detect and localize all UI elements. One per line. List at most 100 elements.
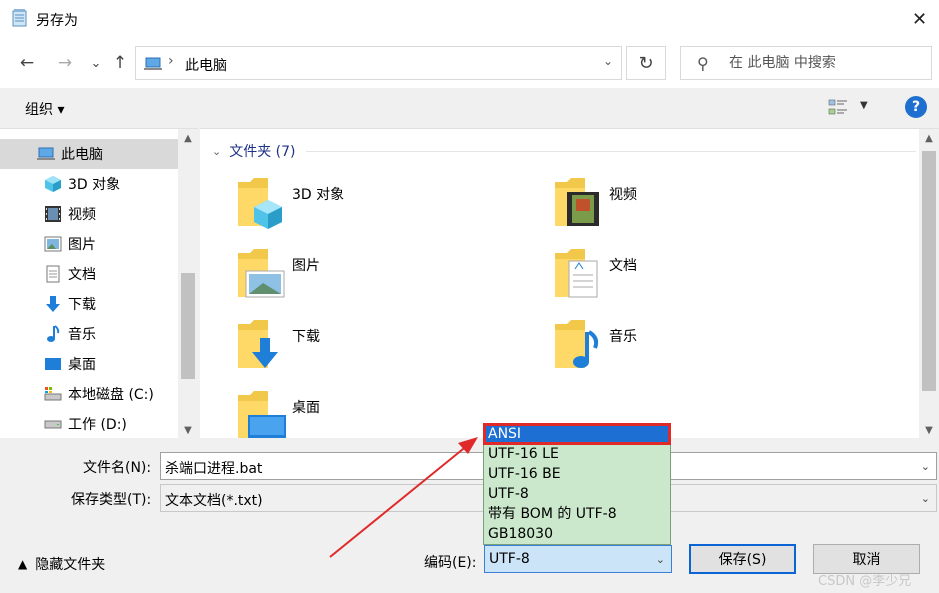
folder-name: 音乐	[609, 329, 637, 345]
scroll-up-icon[interactable]: ▲	[178, 129, 198, 147]
sidebar-item-pictures[interactable]: 图片	[0, 229, 178, 259]
folder-videos[interactable]: 视频	[553, 174, 803, 236]
chevron-down-icon: ⌄	[655, 553, 665, 566]
folder-name: 视频	[609, 187, 637, 203]
sidebar-item-label: 视频	[68, 207, 96, 223]
drive-d-icon	[43, 415, 63, 433]
encoding-option-utf16be[interactable]: UTF-16 BE	[484, 464, 670, 484]
documents-icon	[43, 265, 63, 283]
folder-pictures[interactable]: 图片	[236, 245, 486, 307]
sidebar-item-drive-d[interactable]: 工作 (D:)	[0, 409, 178, 439]
sidebar-item-label: 3D 对象	[68, 177, 121, 193]
back-arrow-icon: ←	[19, 53, 35, 73]
video-icon	[43, 205, 63, 223]
music-folder-icon	[555, 320, 599, 368]
folder-music[interactable]: 音乐	[553, 316, 803, 378]
sidebar-item-music[interactable]: 音乐	[0, 319, 178, 349]
refresh-button[interactable]: ↻	[626, 46, 666, 80]
downloads-icon	[43, 295, 63, 313]
sidebar-scrollbar[interactable]: ▲ ▼	[178, 129, 198, 439]
sidebar-item-label: 文档	[68, 267, 96, 283]
breadcrumb-separator-icon: ›	[168, 53, 174, 69]
hide-folders-toggle[interactable]: ▲ 隐藏文件夹	[18, 554, 105, 574]
scroll-down-icon[interactable]: ▼	[178, 421, 198, 439]
help-button[interactable]: ?	[905, 96, 927, 118]
sidebar-item-label: 桌面	[68, 357, 96, 373]
filetype-label: 保存类型(T):	[71, 492, 152, 508]
save-button[interactable]: 保存(S)	[689, 544, 796, 574]
documents-folder-icon	[555, 249, 598, 298]
view-options-icon[interactable]	[828, 98, 850, 118]
search-box[interactable]: ⚲	[680, 46, 932, 80]
scroll-down-icon[interactable]: ▼	[919, 421, 939, 439]
encoding-option-utf16le[interactable]: UTF-16 LE	[484, 444, 670, 464]
title-bar: 另存为 ✕	[0, 0, 939, 38]
content-scrollbar[interactable]: ▲ ▼	[919, 129, 939, 439]
address-bar[interactable]: › 此电脑 ⌄	[135, 46, 622, 80]
filename-label: 文件名(N):	[83, 460, 152, 476]
video-folder-icon	[555, 178, 599, 226]
folder-documents[interactable]: 文档	[553, 245, 803, 307]
navigation-pane: 此电脑 3D 对象 视频 图片 文档 下载 音乐 桌面 本地磁盘 (C:) 工作…	[0, 128, 198, 439]
recent-locations-button[interactable]: ⌄	[84, 51, 108, 75]
filename-value[interactable]: 杀端口进程.bat	[165, 458, 262, 478]
refresh-icon: ↻	[638, 52, 654, 74]
sidebar-item-videos[interactable]: 视频	[0, 199, 178, 229]
forward-button[interactable]: →	[53, 51, 77, 75]
encoding-value: UTF-8	[489, 551, 530, 567]
folder-downloads[interactable]: 下载	[236, 316, 486, 378]
file-list: ⌄ 文件夹 (7) 3D 对象 视频 图片 文档 下载 音乐 桌面 ▲ ▼	[200, 128, 939, 439]
encoding-option-ansi[interactable]: ANSI	[483, 423, 671, 445]
back-button[interactable]: ←	[15, 51, 39, 75]
address-dropdown-icon[interactable]: ⌄	[603, 54, 613, 68]
folder-3d-objects[interactable]: 3D 对象	[236, 174, 486, 236]
computer-icon	[144, 57, 162, 70]
watermark: CSDN @李少兄	[818, 574, 912, 589]
sidebar-item-3d-objects[interactable]: 3D 对象	[0, 169, 178, 199]
sidebar-scroll-thumb[interactable]	[181, 273, 195, 379]
encoding-dropdown-list: ANSI UTF-16 LE UTF-16 BE UTF-8 带有 BOM 的 …	[483, 423, 671, 545]
sidebar-item-drive-c[interactable]: 本地磁盘 (C:)	[0, 379, 178, 409]
breadcrumb-this-pc[interactable]: 此电脑	[185, 55, 227, 75]
3d-objects-icon	[43, 175, 63, 193]
close-button[interactable]: ✕	[900, 0, 939, 38]
encoding-select[interactable]: UTF-8 ⌄	[484, 545, 672, 573]
search-icon: ⚲	[697, 54, 709, 73]
encoding-option-utf8-bom[interactable]: 带有 BOM 的 UTF-8	[484, 504, 670, 524]
chevron-down-icon[interactable]: ⌄	[921, 460, 930, 473]
search-input[interactable]	[729, 53, 919, 73]
scroll-up-icon[interactable]: ▲	[919, 129, 939, 147]
pictures-folder-icon	[238, 249, 285, 298]
encoding-option-utf8[interactable]: UTF-8	[484, 484, 670, 504]
command-bar: 组织 ▾ ▼ ?	[0, 88, 939, 128]
folder-name: 桌面	[292, 400, 320, 416]
pictures-icon	[43, 235, 63, 253]
computer-icon	[36, 145, 56, 163]
up-arrow-icon: ↑	[112, 53, 128, 73]
save-form: 文件名(N): 杀端口进程.bat ⌄ 保存类型(T): 文本文档(*.txt)…	[0, 438, 939, 593]
chevron-down-icon: ⌄	[90, 55, 102, 71]
sidebar-item-label: 工作 (D:)	[68, 417, 127, 433]
folders-group-header[interactable]: ⌄ 文件夹 (7)	[212, 141, 296, 161]
desktop-icon	[43, 355, 63, 373]
sidebar-item-label: 此电脑	[61, 147, 103, 163]
downloads-folder-icon	[238, 320, 278, 368]
caret-up-icon: ▲	[18, 557, 28, 571]
drive-c-icon	[43, 385, 63, 403]
view-dropdown-icon[interactable]: ▼	[860, 100, 868, 111]
organize-menu[interactable]: 组织 ▾	[25, 99, 64, 119]
filetype-value: 文本文档(*.txt)	[165, 493, 263, 509]
sidebar-item-documents[interactable]: 文档	[0, 259, 178, 289]
sidebar-item-this-pc[interactable]: 此电脑	[0, 139, 178, 169]
music-icon	[43, 325, 63, 343]
sidebar-item-label: 本地磁盘 (C:)	[68, 387, 154, 403]
folder-name: 文档	[609, 258, 637, 274]
sidebar-item-downloads[interactable]: 下载	[0, 289, 178, 319]
sidebar-item-label: 图片	[68, 237, 96, 253]
up-button[interactable]: ↑	[108, 51, 132, 75]
content-scroll-thumb[interactable]	[922, 151, 936, 391]
sidebar-item-desktop[interactable]: 桌面	[0, 349, 178, 379]
encoding-label: 编码(E):	[424, 555, 477, 571]
close-icon: ✕	[911, 8, 928, 30]
encoding-option-gb18030[interactable]: GB18030	[484, 524, 670, 544]
